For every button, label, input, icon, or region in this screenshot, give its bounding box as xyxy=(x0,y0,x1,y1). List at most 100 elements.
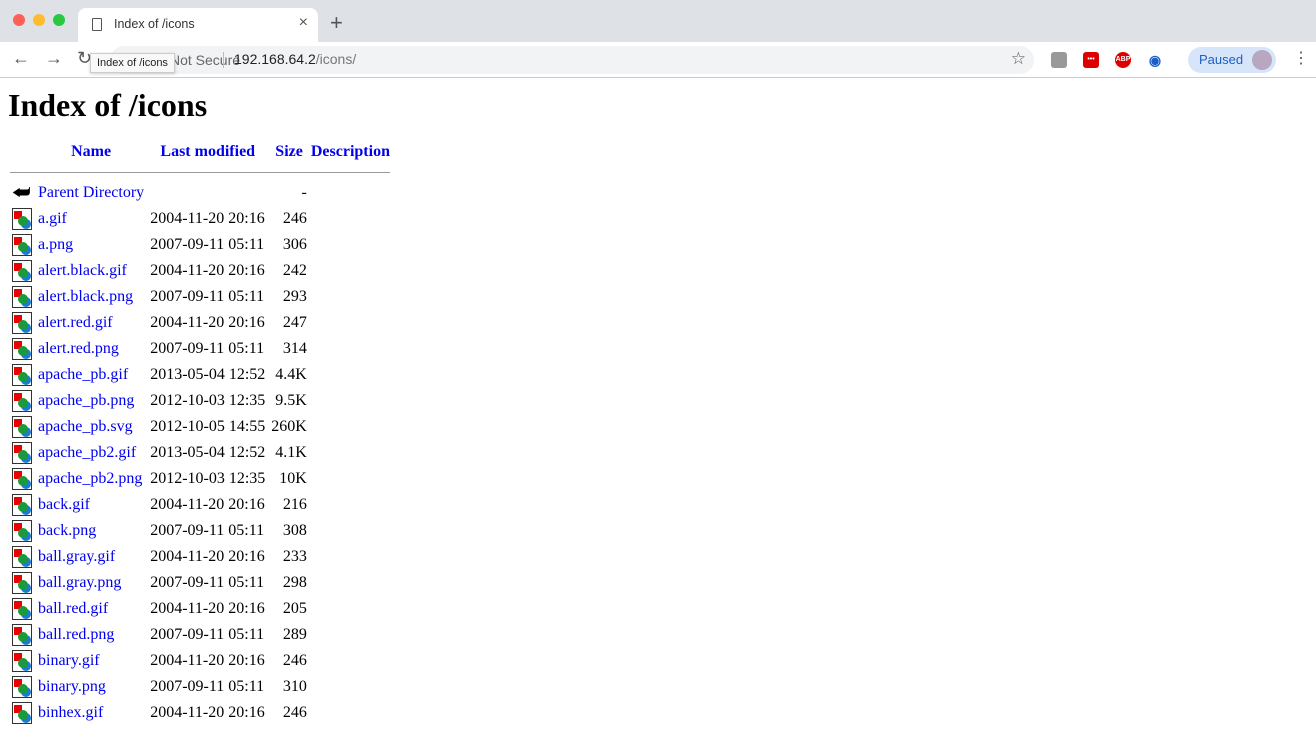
extension-icon[interactable] xyxy=(1051,52,1067,68)
file-link[interactable]: a.png xyxy=(38,236,73,253)
description-cell xyxy=(311,389,390,413)
file-link[interactable]: alert.red.gif xyxy=(38,314,113,331)
file-link[interactable]: ball.gray.png xyxy=(38,574,121,591)
description-cell xyxy=(311,259,390,283)
eye-icon[interactable]: ◉ xyxy=(1147,52,1163,68)
file-link[interactable]: apache_pb2.png xyxy=(38,470,142,487)
table-row: back.gif 2004-11-20 20:16 216 xyxy=(10,493,390,517)
forward-button[interactable]: → xyxy=(45,48,63,69)
adblock-plus-icon[interactable]: ABP xyxy=(1115,52,1131,68)
menu-icon[interactable]: ⋮ xyxy=(1293,48,1309,68)
sort-size-link[interactable]: Size xyxy=(275,143,303,160)
image-file-icon xyxy=(12,650,32,672)
sort-description-link[interactable]: Description xyxy=(311,143,390,160)
avatar xyxy=(1252,50,1272,70)
file-link[interactable]: binhex.gif xyxy=(38,704,103,721)
table-row: ball.gray.gif 2004-11-20 20:16 233 xyxy=(10,545,390,569)
size-cell: 246 xyxy=(282,704,307,721)
description-cell xyxy=(311,311,390,335)
size-cell: 233 xyxy=(282,548,307,565)
modified-cell: 2013-05-04 12:52 xyxy=(150,444,266,461)
size-cell: 306 xyxy=(282,236,307,253)
file-link[interactable]: alert.red.png xyxy=(38,340,119,357)
size-cell: 205 xyxy=(282,600,307,617)
description-cell xyxy=(311,649,390,673)
tooltip: Index of /icons xyxy=(90,53,175,73)
table-row: binary.gif 2004-11-20 20:16 246 xyxy=(10,649,390,673)
description-cell xyxy=(311,519,390,543)
url-host: 192.168.64.2 xyxy=(234,51,316,67)
profile-label: Paused xyxy=(1199,52,1244,67)
file-link[interactable]: ball.gray.gif xyxy=(38,548,115,565)
size-cell: 298 xyxy=(282,574,307,591)
lastpass-icon[interactable]: ••• xyxy=(1083,52,1099,68)
image-file-icon xyxy=(12,676,32,698)
file-link[interactable]: alert.black.gif xyxy=(38,262,127,279)
image-file-icon xyxy=(12,416,32,438)
modified-cell: 2007-09-11 05:11 xyxy=(150,236,265,253)
description-cell xyxy=(311,337,390,361)
page-title: Index of /icons xyxy=(8,87,208,123)
tab-strip: Index of /icons × + xyxy=(0,0,1316,42)
file-link[interactable]: apache_pb2.gif xyxy=(38,444,136,461)
size-cell: 308 xyxy=(282,522,307,539)
page-content: Index of /icons Name Last modified Size … xyxy=(0,79,1316,745)
modified-cell: 2004-11-20 20:16 xyxy=(150,548,265,565)
table-row: apache_pb.gif 2013-05-04 12:52 4.4K xyxy=(10,363,390,387)
table-row: apache_pb.png 2012-10-03 12:35 9.5K xyxy=(10,389,390,413)
file-link[interactable]: back.gif xyxy=(38,496,90,513)
size-cell: 10K xyxy=(279,470,307,487)
file-link[interactable]: binary.png xyxy=(38,678,106,695)
image-file-icon xyxy=(12,390,32,412)
size-cell: 246 xyxy=(282,210,307,227)
table-row: apache_pb.svg 2012-10-05 14:55 260K xyxy=(10,415,390,439)
back-button[interactable]: ← xyxy=(12,48,30,69)
modified-cell: 2004-11-20 20:16 xyxy=(150,600,265,617)
table-row-parent: ⮨ Parent Directory - xyxy=(10,181,390,205)
modified-cell: 2007-09-11 05:11 xyxy=(150,288,265,305)
size-cell: 314 xyxy=(282,340,307,357)
description-cell xyxy=(311,467,390,491)
size-cell: 310 xyxy=(282,678,307,695)
url-text[interactable]: 192.168.64.2/icons/ xyxy=(234,51,356,67)
sort-name-link[interactable]: Name xyxy=(71,143,111,160)
file-link[interactable]: apache_pb.svg xyxy=(38,418,133,435)
directory-listing: Name Last modified Size Description ⮨ Pa… xyxy=(8,139,392,727)
profile-button[interactable]: Paused xyxy=(1188,47,1276,73)
parent-directory-link[interactable]: Parent Directory xyxy=(38,184,144,201)
table-row: apache_pb2.gif 2013-05-04 12:52 4.1K xyxy=(10,441,390,465)
description-cell xyxy=(311,415,390,439)
table-row: apache_pb2.png 2012-10-03 12:35 10K xyxy=(10,467,390,491)
size-cell: - xyxy=(301,184,307,201)
file-link[interactable]: apache_pb.gif xyxy=(38,366,128,383)
file-link[interactable]: binary.gif xyxy=(38,652,100,669)
bookmark-star-icon[interactable]: ☆ xyxy=(1011,49,1026,69)
maximize-window-button[interactable] xyxy=(53,14,65,26)
image-file-icon xyxy=(12,572,32,594)
image-file-icon xyxy=(12,520,32,542)
file-link[interactable]: apache_pb.png xyxy=(38,392,134,409)
file-link[interactable]: ball.red.gif xyxy=(38,600,108,617)
close-window-button[interactable] xyxy=(13,14,25,26)
file-link[interactable]: back.png xyxy=(38,522,96,539)
image-file-icon xyxy=(12,234,32,256)
image-file-icon xyxy=(12,624,32,646)
file-link[interactable]: a.gif xyxy=(38,210,67,227)
table-row: back.png 2007-09-11 05:11 308 xyxy=(10,519,390,543)
address-bar[interactable]: Not Secure 192.168.64.2/icons/ ☆ xyxy=(110,46,1034,74)
tab-active[interactable]: Index of /icons × xyxy=(78,8,318,42)
file-link[interactable]: ball.red.png xyxy=(38,626,114,643)
description-cell xyxy=(311,233,390,257)
size-cell: 9.5K xyxy=(275,392,307,409)
description-cell xyxy=(311,545,390,569)
image-file-icon xyxy=(12,260,32,282)
description-cell xyxy=(311,701,390,725)
file-link[interactable]: alert.black.png xyxy=(38,288,133,305)
minimize-window-button[interactable] xyxy=(33,14,45,26)
modified-cell: 2004-11-20 20:16 xyxy=(150,652,265,669)
security-label[interactable]: Not Secure xyxy=(170,52,240,68)
new-tab-button[interactable]: + xyxy=(330,10,343,36)
close-tab-icon[interactable]: × xyxy=(299,14,308,32)
sort-modified-link[interactable]: Last modified xyxy=(160,143,255,160)
image-file-icon xyxy=(12,286,32,308)
